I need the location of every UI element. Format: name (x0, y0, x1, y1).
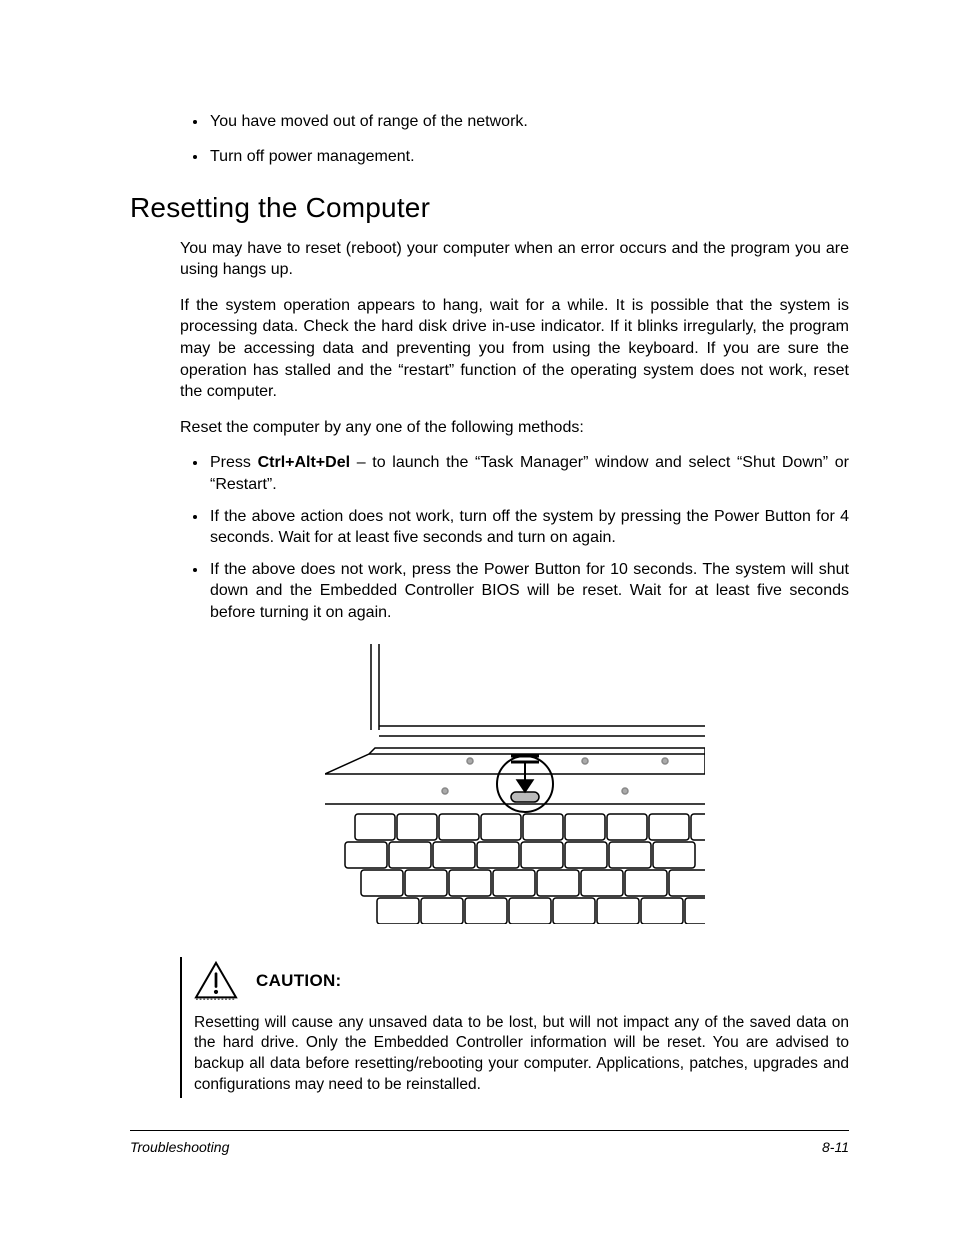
top-bullet-list: You have moved out of range of the netwo… (180, 110, 849, 170)
list-item: You have moved out of range of the netwo… (208, 110, 849, 135)
methods-list: Press Ctrl+Alt+Del – to launch the “Task… (180, 452, 849, 623)
page: You have moved out of range of the netwo… (0, 0, 954, 1235)
footer-page-number: 8-11 (822, 1139, 849, 1155)
list-item: Press Ctrl+Alt+Del – to launch the “Task… (208, 452, 849, 495)
list-item: If the above does not work, press the Po… (208, 559, 849, 624)
body-paragraph: You may have to reset (reboot) your comp… (180, 238, 849, 281)
body-paragraph: If the system operation appears to hang,… (180, 295, 849, 403)
section-heading: Resetting the Computer (130, 192, 849, 224)
caution-header: CAUTION: (194, 961, 849, 1001)
list-item: Turn off power management. (208, 145, 849, 170)
figure (180, 644, 849, 929)
method1-bold: Ctrl+Alt+Del (258, 454, 350, 471)
caution-label: CAUTION: (256, 971, 342, 991)
caution-text: Resetting will cause any unsaved data to… (194, 1013, 849, 1097)
content-area: You have moved out of range of the netwo… (180, 110, 849, 1098)
body-paragraph: Reset the computer by any one of the fol… (180, 417, 849, 439)
page-footer: Troubleshooting 8-11 (130, 1130, 849, 1155)
footer-section-name: Troubleshooting (130, 1139, 229, 1155)
caution-block: CAUTION: Resetting will cause any unsave… (180, 957, 849, 1099)
list-item: If the above action does not work, turn … (208, 506, 849, 549)
laptop-illustration-icon (325, 644, 705, 924)
method1-pre: Press (210, 454, 258, 471)
warning-triangle-icon (194, 961, 238, 1001)
